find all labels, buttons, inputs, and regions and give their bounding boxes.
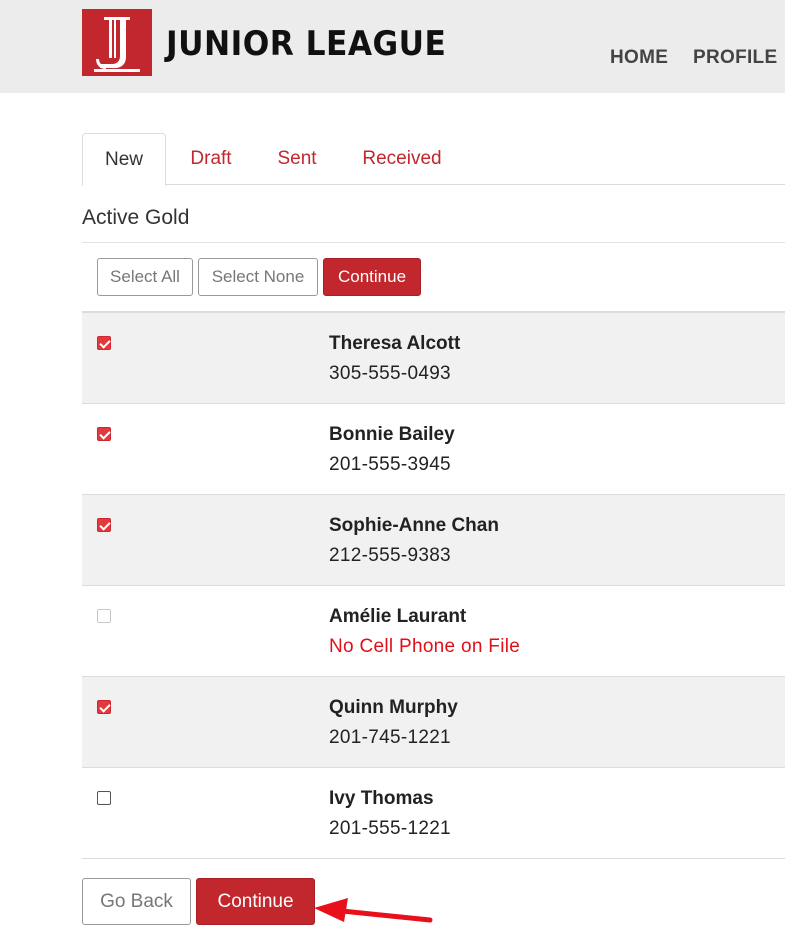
member-phone: 201-555-3945 (329, 454, 451, 475)
site-header: JUNIOR LEAGUE HOME PROFILE (0, 0, 785, 93)
member-row: Ivy Thomas 201-555-1221 (82, 768, 785, 859)
tab-received[interactable]: Received (346, 133, 458, 185)
member-name: Bonnie Bailey (329, 424, 455, 445)
tab-new[interactable]: New (82, 133, 166, 186)
member-phone: 305-555-0493 (329, 363, 451, 384)
continue-button-bottom[interactable]: Continue (196, 878, 315, 925)
section-divider (82, 242, 785, 243)
member-checkbox[interactable] (97, 336, 111, 350)
member-phone: 201-745-1221 (329, 727, 451, 748)
annotation-arrow-icon (314, 898, 433, 923)
member-list: Theresa Alcott 305-555-0493 Bonnie Baile… (82, 311, 785, 859)
brand-name: JUNIOR LEAGUE (166, 24, 447, 64)
member-row: Sophie-Anne Chan 212-555-9383 (82, 495, 785, 586)
member-checkbox[interactable] (97, 427, 111, 441)
member-phone: 201-555-1221 (329, 818, 451, 839)
message-tabs: New Draft Sent Received (82, 133, 785, 186)
member-checkbox[interactable] (97, 518, 111, 532)
member-row: Amélie Laurant No Cell Phone on File (82, 586, 785, 677)
member-name: Sophie-Anne Chan (329, 515, 499, 536)
member-row: Bonnie Bailey 201-555-3945 (82, 404, 785, 495)
member-name: Amélie Laurant (329, 606, 467, 627)
tab-draft[interactable]: Draft (174, 133, 248, 185)
member-name: Quinn Murphy (329, 697, 458, 718)
no-phone-warning: No Cell Phone on File (329, 636, 521, 657)
nav-profile-link[interactable]: PROFILE (693, 47, 777, 69)
go-back-button[interactable]: Go Back (82, 878, 191, 925)
member-checkbox[interactable] (97, 700, 111, 714)
member-row: Quinn Murphy 201-745-1221 (82, 677, 785, 768)
member-checkbox[interactable] (97, 791, 111, 805)
member-name: Theresa Alcott (329, 333, 461, 354)
member-checkbox-disabled (97, 609, 111, 623)
section-title: Active Gold (82, 206, 190, 229)
member-phone: 212-555-9383 (329, 545, 451, 566)
select-none-button[interactable]: Select None (198, 258, 318, 296)
junior-league-logo-icon[interactable] (82, 9, 152, 76)
continue-button-top[interactable]: Continue (323, 258, 421, 296)
tab-sent[interactable]: Sent (262, 133, 332, 185)
select-all-button[interactable]: Select All (97, 258, 193, 296)
member-name: Ivy Thomas (329, 788, 434, 809)
member-row: Theresa Alcott 305-555-0493 (82, 313, 785, 404)
nav-home-link[interactable]: HOME (610, 47, 668, 69)
